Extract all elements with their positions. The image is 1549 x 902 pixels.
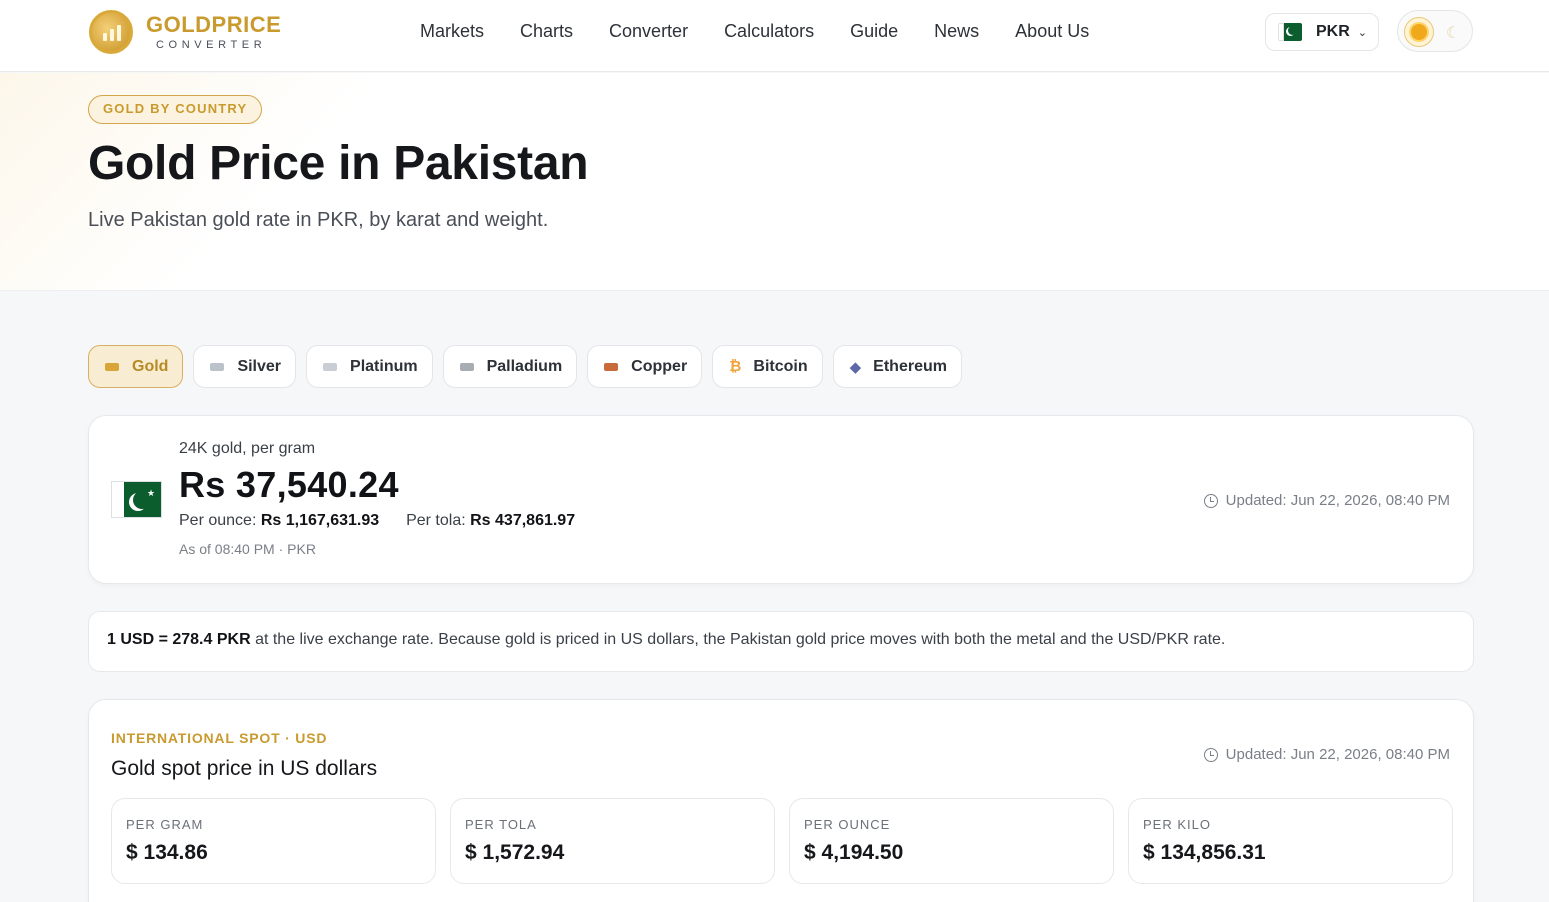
logo-title: GOLDPRICE [146,12,282,37]
tab-silver[interactable]: Silver [193,345,297,388]
price-card: 24K gold, per gram Rs 37,540.24 Per ounc… [88,415,1474,584]
nav-markets[interactable]: Markets [420,20,484,42]
currency-label: PKR [1316,23,1350,40]
tile-label: PER OUNCE [804,817,891,832]
tile-value: $ 134.86 [126,841,208,864]
chevron-down-icon: ⌄ [1357,26,1367,39]
nav-converter[interactable]: Converter [609,20,688,42]
sun-icon [1404,17,1434,47]
updated-timestamp: Updated: Jun 22, 2026, 08:40 PM [1203,746,1450,763]
theme-toggle[interactable]: ☾ [1397,10,1473,52]
tab-label: Silver [237,357,282,375]
ethereum-icon: ◆ [849,358,862,376]
gold-bar-icon [105,362,119,371]
spot-price-card: INTERNATIONAL SPOT · USD Gold spot price… [88,699,1474,902]
tab-copper[interactable]: Copper [587,345,703,388]
per-tola-value: Rs 437,861.97 [470,512,576,529]
spot-tile-per-kilo: PER KILO $ 134,856.31 [1128,798,1453,884]
tab-label: Palladium [486,357,563,375]
logo-subtitle: CONVERTER [156,39,267,51]
tab-gold[interactable]: Gold [88,345,184,388]
exchange-note-text: at the live exchange rate. Because gold … [250,631,1226,648]
per-ounce-label: Per ounce: [179,512,257,529]
as-of-text: As of 08:40 PM · PKR [179,541,316,557]
main-nav: Markets Charts Converter Calculators Gui… [420,20,1089,42]
updated-timestamp: Updated: Jun 22, 2026, 08:40 PM [1203,492,1450,509]
tab-label: Bitcoin [753,357,808,375]
nav-calculators[interactable]: Calculators [724,20,814,42]
exchange-rate-note: 1 USD = 278.4 PKR at the live exchange r… [88,611,1474,672]
logo-coin-icon [89,10,133,54]
clock-icon [1203,493,1218,508]
moon-icon: ☾ [1446,25,1461,42]
per-tola-label: Per tola: [406,512,466,529]
pakistan-flag-icon [111,481,162,518]
nav-about-us[interactable]: About Us [1015,20,1089,42]
price-value: Rs 37,540.24 [179,464,399,505]
tab-bitcoin[interactable]: ₿ Bitcoin [712,345,823,388]
site-header: GOLDPRICE CONVERTER Markets Charts Conve… [0,0,1549,72]
updated-text: Updated: Jun 22, 2026, 08:40 PM [1225,746,1450,763]
logo[interactable]: GOLDPRICE CONVERTER [89,10,281,54]
updated-text: Updated: Jun 22, 2026, 08:40 PM [1225,492,1450,509]
bitcoin-icon: ₿ [729,358,742,375]
price-secondary: Per ounce: Rs 1,167,631.93 Per tola: Rs … [179,512,575,530]
price-label: 24K gold, per gram [179,440,316,457]
palladium-bar-icon [459,362,474,371]
tile-label: PER KILO [1143,817,1211,832]
clock-icon [1203,747,1218,762]
exchange-rate: 1 USD = 278.4 PKR [107,631,251,648]
per-ounce-value: Rs 1,167,631.93 [260,512,380,529]
spot-tag: INTERNATIONAL SPOT · USD [111,730,328,746]
tab-label: Ethereum [873,357,947,375]
tile-value: $ 1,572.94 [465,841,565,864]
tile-label: PER GRAM [126,817,204,832]
silver-bar-icon [210,362,225,371]
pakistan-flag-icon [1278,23,1302,41]
platinum-bar-icon [323,362,338,371]
tile-value: $ 134,856.31 [1143,841,1266,864]
category-tag[interactable]: GOLD BY COUNTRY [88,95,263,124]
spot-tile-per-tola: PER TOLA $ 1,572.94 [450,798,775,884]
metal-tabs: Gold Silver Platinum Palladium Copper ₿ … [88,345,962,388]
hero-section: GOLD BY COUNTRY Gold Price in Pakistan L… [0,73,1549,291]
currency-selector[interactable]: PKR ⌄ [1265,13,1379,51]
tab-platinum[interactable]: Platinum [306,345,433,388]
spot-tile-per-ounce: PER OUNCE $ 4,194.50 [789,798,1114,884]
spot-tile-per-gram: PER GRAM $ 134.86 [111,798,436,884]
tab-label: Gold [132,357,169,375]
nav-news[interactable]: News [934,20,979,42]
copper-bar-icon [604,362,619,371]
tab-palladium[interactable]: Palladium [442,345,578,388]
tab-ethereum[interactable]: ◆ Ethereum [832,345,962,388]
nav-guide[interactable]: Guide [850,20,898,42]
tab-label: Platinum [350,357,418,375]
tile-label: PER TOLA [465,817,537,832]
page-title: Gold Price in Pakistan [88,137,589,190]
spot-tiles: PER GRAM $ 134.86 PER TOLA $ 1,572.94 PE… [111,798,1453,884]
tab-label: Copper [631,357,688,375]
tile-value: $ 4,194.50 [804,841,904,864]
page-subtitle: Live Pakistan gold rate in PKR, by karat… [88,209,549,231]
spot-title: Gold spot price in US dollars [111,757,378,780]
nav-charts[interactable]: Charts [520,20,573,42]
